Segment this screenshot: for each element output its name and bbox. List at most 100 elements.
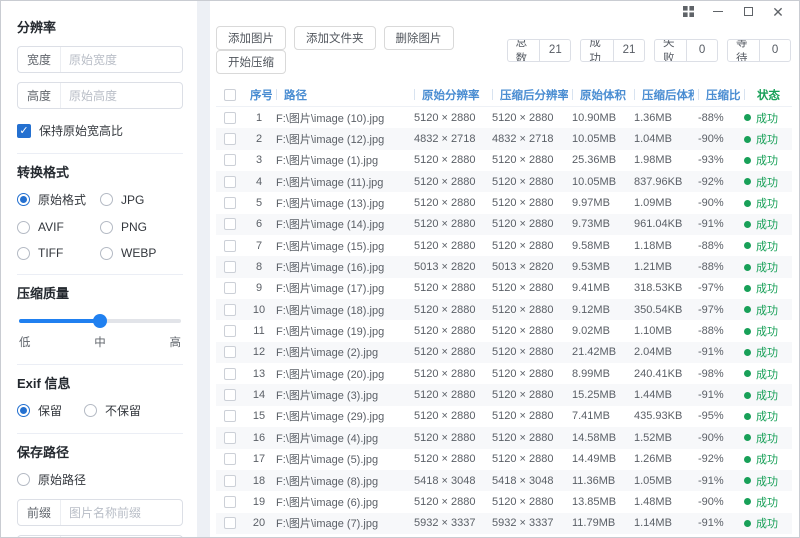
close-button[interactable]: ✕ [763,2,793,22]
row-checkbox[interactable] [224,282,236,294]
prefix-field-label: 前缀 [18,504,60,521]
table-row[interactable]: 5 F:\图片\image (13).jpg 5120 × 2880 5120 … [216,192,792,213]
row-checkbox[interactable] [224,176,236,188]
row-compressed-resolution: 5932 × 3337 [488,517,568,529]
table-row[interactable]: 4 F:\图片\image (11).jpg 5120 × 2880 5120 … [216,171,792,192]
slider-handle[interactable] [93,314,107,328]
table-row[interactable]: 14 F:\图片\image (3).jpg 5120 × 2880 5120 … [216,384,792,405]
prefix-input[interactable] [60,500,182,525]
original-path-option[interactable]: 原始路径 [17,471,183,488]
table-row[interactable]: 15 F:\图片\image (29).jpg 5120 × 2880 5120… [216,406,792,427]
row-status: 成功 [740,259,792,275]
table-row[interactable]: 19 F:\图片\image (6).jpg 5120 × 2880 5120 … [216,491,792,512]
table-row[interactable]: 11 F:\图片\image (19).jpg 5120 × 2880 5120… [216,320,792,341]
row-checkbox[interactable] [224,389,236,401]
radio-icon[interactable] [17,473,30,486]
suffix-input[interactable] [60,536,182,537]
header-ratio[interactable]: 压缩比率 [694,87,740,103]
header-original-resolution[interactable]: 原始分辨率 [410,87,488,103]
row-checkbox[interactable] [224,112,236,124]
width-input[interactable] [60,47,182,72]
row-compressed-resolution: 5120 × 2880 [488,197,568,209]
radio-icon[interactable] [17,221,30,234]
height-input[interactable] [60,83,182,108]
row-path: F:\图片\image (1).jpg [272,152,410,168]
row-original-size: 13.85MB [568,496,630,508]
minimize-button[interactable] [703,2,733,22]
format-option-avif[interactable]: AVIF [17,220,100,234]
row-checkbox[interactable] [224,496,236,508]
row-checkbox[interactable] [224,517,236,529]
quality-slider[interactable] [19,314,181,328]
table-row[interactable]: 20 F:\图片\image (7).jpg 5932 × 3337 5932 … [216,513,792,534]
table-row[interactable]: 2 F:\图片\image (12).jpg 4832 × 2718 4832 … [216,128,792,149]
radio-icon[interactable] [100,247,113,260]
row-checkbox[interactable] [224,304,236,316]
exif-discard-option[interactable]: 不保留 [84,402,141,419]
maximize-button[interactable] [733,2,763,22]
radio-icon[interactable] [100,221,113,234]
row-seq: 14 [246,389,272,401]
delete-images-button[interactable]: 删除图片 [384,26,454,50]
header-compressed-size[interactable]: 压缩后体积 [630,87,694,103]
row-compressed-resolution: 5120 × 2880 [488,282,568,294]
row-status: 成功 [740,110,792,126]
radio-icon[interactable] [17,247,30,260]
row-checkbox[interactable] [224,240,236,252]
table-row[interactable]: 16 F:\图片\image (4).jpg 5120 × 2880 5120 … [216,427,792,448]
radio-icon[interactable] [100,193,113,206]
table-row[interactable]: 18 F:\图片\image (8).jpg 5418 × 3048 5418 … [216,470,792,491]
row-checkbox[interactable] [224,346,236,358]
keep-aspect-ratio-checkbox-row[interactable]: ✓ 保持原始宽高比 [17,122,183,139]
table-row[interactable]: 21 F:\图片\image (9).jpg 5120 × 2880 5120 … [216,534,792,538]
row-original-size: 9.02MB [568,325,630,337]
radio-checked-icon[interactable] [17,193,30,206]
app-grid-icon[interactable] [673,2,703,22]
format-option-tiff[interactable]: TIFF [17,246,100,260]
table-row[interactable]: 17 F:\图片\image (5).jpg 5120 × 2880 5120 … [216,449,792,470]
row-checkbox[interactable] [224,325,236,337]
table-row[interactable]: 1 F:\图片\image (10).jpg 5120 × 2880 5120 … [216,107,792,128]
radio-checked-icon[interactable] [17,404,30,417]
row-checkbox[interactable] [224,410,236,422]
slider-fill [19,319,100,323]
row-original-resolution: 5120 × 2880 [410,240,488,252]
row-checkbox[interactable] [224,218,236,230]
table-row[interactable]: 10 F:\图片\image (18).jpg 5120 × 2880 5120… [216,299,792,320]
row-checkbox[interactable] [224,432,236,444]
row-checkbox[interactable] [224,475,236,487]
header-status[interactable]: 状态 [740,87,792,103]
add-folder-button[interactable]: 添加文件夹 [294,26,376,50]
table-row[interactable]: 7 F:\图片\image (15).jpg 5120 × 2880 5120 … [216,235,792,256]
format-option-png[interactable]: PNG [100,220,183,234]
checkbox-checked-icon[interactable]: ✓ [17,124,31,138]
row-checkbox[interactable] [224,154,236,166]
sidebar-splitter[interactable] [197,1,210,537]
header-original-size[interactable]: 原始体积 [568,87,630,103]
format-option-webp[interactable]: WEBP [100,246,183,260]
row-checkbox[interactable] [224,261,236,273]
table-row[interactable]: 3 F:\图片\image (1).jpg 5120 × 2880 5120 ×… [216,150,792,171]
close-icon: ✕ [772,5,784,19]
section-divider [17,433,183,434]
select-all-checkbox[interactable] [224,89,236,101]
exif-keep-option[interactable]: 保留 [17,402,62,419]
header-path[interactable]: 路径 [272,87,410,103]
table-row[interactable]: 8 F:\图片\image (16).jpg 5013 × 2820 5013 … [216,256,792,277]
status-text: 成功 [756,387,778,403]
start-compress-button[interactable]: 开始压缩 [216,50,286,74]
table-row[interactable]: 12 F:\图片\image (2).jpg 5120 × 2880 5120 … [216,342,792,363]
row-checkbox[interactable] [224,133,236,145]
radio-icon[interactable] [84,404,97,417]
header-compressed-resolution[interactable]: 压缩后分辨率 [488,87,568,103]
add-images-button[interactable]: 添加图片 [216,26,286,50]
table-row[interactable]: 13 F:\图片\image (20).jpg 5120 × 2880 5120… [216,363,792,384]
row-checkbox[interactable] [224,453,236,465]
row-checkbox[interactable] [224,368,236,380]
table-row[interactable]: 9 F:\图片\image (17).jpg 5120 × 2880 5120 … [216,278,792,299]
format-option-jpg[interactable]: JPG [100,191,183,208]
table-row[interactable]: 6 F:\图片\image (14).jpg 5120 × 2880 5120 … [216,214,792,235]
header-seq[interactable]: 序号 [246,87,272,103]
format-option-original[interactable]: 原始格式 [17,191,100,208]
row-checkbox[interactable] [224,197,236,209]
